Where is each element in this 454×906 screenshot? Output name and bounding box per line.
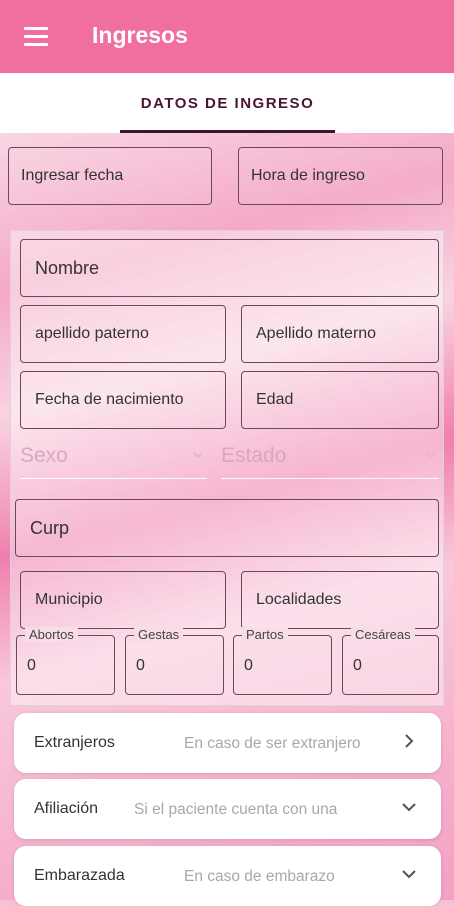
- chevron-down-icon: [193, 452, 203, 459]
- localidades-field[interactable]: Localidades: [241, 571, 439, 629]
- chevron-right-icon: [405, 734, 414, 748]
- gestas-field[interactable]: Gestas 0: [125, 627, 224, 695]
- extranjeros-title: Extranjeros: [34, 734, 115, 751]
- partos-field[interactable]: Partos 0: [233, 627, 332, 695]
- cesareas-label: Cesáreas: [351, 627, 415, 642]
- chevron-down-icon: [425, 452, 435, 459]
- extranjeros-card[interactable]: Extranjeros En caso de ser extranjero: [14, 713, 441, 773]
- gestas-value: 0: [136, 657, 145, 674]
- abortos-label: Abortos: [25, 627, 78, 642]
- afiliacion-subtitle: Si el paciente cuenta con una: [134, 801, 338, 818]
- partos-value: 0: [244, 657, 253, 674]
- cesareas-value: 0: [353, 657, 362, 674]
- apellido-paterno-field[interactable]: apellido paterno: [20, 305, 226, 363]
- tab-label: DATOS DE INGRESO: [140, 95, 315, 112]
- extranjeros-subtitle: En caso de ser extranjero: [184, 735, 361, 752]
- tab-datos-de-ingreso[interactable]: DATOS DE INGRESO: [120, 73, 335, 133]
- partos-label: Partos: [242, 627, 288, 642]
- municipio-field[interactable]: Municipio: [20, 571, 226, 629]
- afiliacion-title: Afiliación: [34, 800, 99, 817]
- curp-field[interactable]: Curp: [15, 499, 439, 557]
- estado-dropdown[interactable]: Estado: [221, 442, 439, 479]
- abortos-value: 0: [27, 657, 36, 674]
- chevron-down-icon: [402, 870, 416, 879]
- page-title: Ingresos: [92, 22, 188, 48]
- menu-icon[interactable]: [24, 27, 48, 46]
- embarazada-subtitle: En caso de embarazo: [184, 868, 335, 885]
- tab-indicator: [120, 130, 335, 133]
- abortos-field[interactable]: Abortos 0: [16, 627, 115, 695]
- ingresar-fecha-button[interactable]: Ingresar fecha: [8, 147, 212, 205]
- app-bar: Ingresos: [0, 0, 454, 73]
- estado-label: Estado: [221, 444, 287, 467]
- cesareas-field[interactable]: Cesáreas 0: [342, 627, 439, 695]
- embarazada-title: Embarazada: [34, 867, 125, 884]
- edad-field[interactable]: Edad: [241, 371, 439, 429]
- sexo-dropdown[interactable]: Sexo: [20, 442, 207, 479]
- fecha-nacimiento-field[interactable]: Fecha de nacimiento: [20, 371, 226, 429]
- embarazada-card[interactable]: Embarazada En caso de embarazo: [14, 846, 441, 906]
- gestas-label: Gestas: [134, 627, 184, 642]
- chevron-down-icon: [402, 803, 416, 812]
- sexo-label: Sexo: [20, 444, 68, 467]
- afiliacion-card[interactable]: Afiliación Si el paciente cuenta con una: [14, 779, 441, 839]
- apellido-materno-field[interactable]: Apellido materno: [241, 305, 439, 363]
- tab-bar: DATOS DE INGRESO: [0, 73, 454, 133]
- hora-de-ingreso-button[interactable]: Hora de ingreso: [238, 147, 443, 205]
- nombre-field[interactable]: Nombre: [20, 239, 439, 297]
